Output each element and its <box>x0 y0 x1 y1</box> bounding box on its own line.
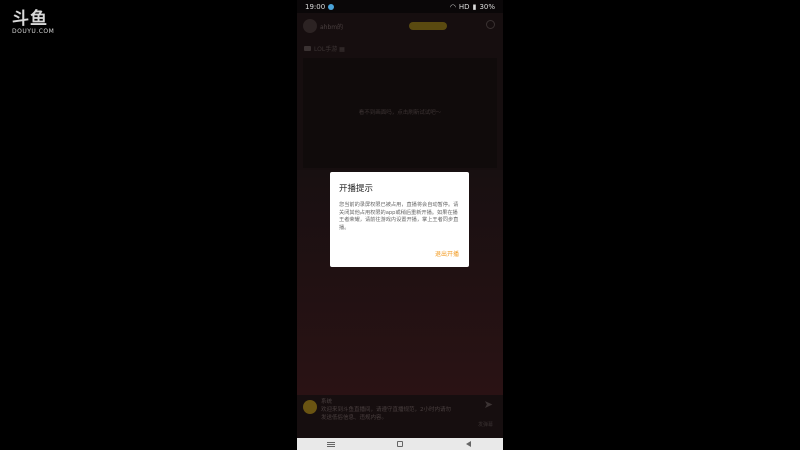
back-icon <box>466 441 472 447</box>
douyu-watermark: 斗鱼 DOUYU.COM <box>12 10 54 36</box>
room-name: ahbm的 <box>320 23 344 31</box>
start-badge[interactable] <box>409 22 447 30</box>
status-time: 19:00 <box>305 2 326 11</box>
stream-preview[interactable]: 看不到画面吗，点击刷新试试吧～ <box>303 58 497 168</box>
home-button[interactable] <box>395 441 405 447</box>
recent-apps-button[interactable] <box>326 441 336 447</box>
dialog-title: 开播提示 <box>339 184 374 194</box>
chat-avatar <box>303 400 317 414</box>
room-header: ahbm的 <box>303 18 497 34</box>
danmu-button[interactable]: 发弹幕 <box>478 421 493 428</box>
broadcast-tip-dialog: 开播提示 您当前的录屏权限已被占用，直播将会自动暂停。请关闭其他占用权限的app… <box>330 172 469 267</box>
preview-message: 看不到画面吗，点击刷新试试吧～ <box>358 110 442 116</box>
chat-message: 欢迎来到斗鱼直播间，请遵守直播规范，2小时内请勿发送低俗信息、违规内容。 <box>321 407 452 421</box>
category-label: LOL手游 ▦ <box>314 46 345 53</box>
signal-icon: ▮ <box>472 2 477 11</box>
status-bar: 19:00 ◠ HD ▮ 30% <box>297 0 503 13</box>
battery-level: 30% <box>479 2 495 11</box>
back-button[interactable] <box>464 441 474 447</box>
watermark-logo-text: 斗鱼 <box>12 9 48 29</box>
chat-sender: 系统 <box>321 399 333 405</box>
avatar[interactable] <box>303 19 317 33</box>
camera-icon <box>304 46 311 51</box>
category-row: LOL手游 ▦ <box>304 44 345 53</box>
watermark-domain: DOUYU.COM <box>12 28 55 35</box>
menu-icon <box>327 443 336 445</box>
app-notification-icon <box>328 3 335 10</box>
power-icon[interactable] <box>486 20 495 29</box>
dialog-body: 您当前的录屏权限已被占用，直播将会自动暂停。请关闭其他占用权限的app或稍后重新… <box>339 202 459 231</box>
home-icon <box>396 441 403 447</box>
network-type: HD <box>458 2 470 11</box>
android-nav-bar <box>297 438 503 450</box>
wifi-icon: ◠ <box>449 2 456 11</box>
chat-bar: 系统 欢迎来到斗鱼直播间，请遵守直播规范，2小时内请勿发送低俗信息、违规内容。 … <box>303 398 497 430</box>
exit-broadcast-button[interactable]: 退出开播 <box>435 249 459 258</box>
send-icon[interactable]: ➤ <box>484 398 493 411</box>
